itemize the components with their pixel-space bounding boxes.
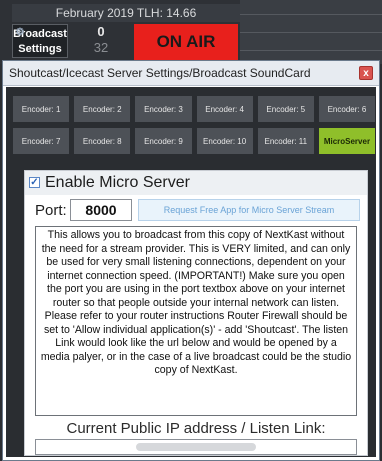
tab-encoder-7[interactable]: Encoder: 7 bbox=[12, 127, 71, 155]
request-free-app-button[interactable]: Request Free App for Micro Server Stream bbox=[138, 199, 360, 221]
ip-label: Current Public IP address / Listen Link: bbox=[66, 420, 326, 437]
tab-encoder-2[interactable]: Encoder: 2 bbox=[73, 95, 132, 123]
dialog-titlebar[interactable]: Shoutcast/Icecast Server Settings/Broadc… bbox=[3, 61, 379, 86]
enable-micro-server-row: ✓ Enable Micro Server bbox=[25, 171, 367, 195]
tab-encoder-11[interactable]: Encoder: 11 bbox=[256, 127, 315, 155]
enable-micro-server-checkbox[interactable]: ✓ bbox=[29, 177, 40, 188]
tab-encoder-8[interactable]: Encoder: 8 bbox=[73, 127, 132, 155]
divider bbox=[240, 32, 382, 33]
server-settings-dialog: Shoutcast/Icecast Server Settings/Broadc… bbox=[2, 60, 380, 461]
dialog-panel: Encoder: 1 Encoder: 2 Encoder: 3 Encoder… bbox=[6, 87, 377, 457]
gear-icon: ⚙ bbox=[15, 27, 25, 38]
tlh-status: February 2019 TLH: 14.66 bbox=[12, 4, 240, 22]
tab-encoder-9[interactable]: Encoder: 9 bbox=[134, 127, 193, 155]
tab-encoder-4[interactable]: Encoder: 4 bbox=[195, 95, 254, 123]
divider bbox=[240, 50, 382, 51]
listener-count: 0 32 bbox=[72, 24, 130, 58]
encoder-tabs-row-1: Encoder: 1 Encoder: 2 Encoder: 3 Encoder… bbox=[12, 95, 377, 123]
tab-encoder-10[interactable]: Encoder: 10 bbox=[195, 127, 254, 155]
enable-micro-server-label[interactable]: Enable Micro Server bbox=[45, 171, 190, 195]
broadcast-settings-button[interactable]: ⚙ Broadcast Settings bbox=[12, 24, 68, 58]
count-bottom: 32 bbox=[93, 40, 109, 55]
close-icon: x bbox=[363, 68, 369, 79]
blurred-ip-value bbox=[136, 443, 256, 451]
check-icon: ✓ bbox=[30, 177, 39, 188]
micro-server-settings: ✓ Enable Micro Server Port: Request Free… bbox=[24, 170, 368, 456]
listen-link-field[interactable] bbox=[35, 439, 357, 455]
divider bbox=[240, 14, 382, 15]
tab-encoder-1[interactable]: Encoder: 1 bbox=[12, 95, 71, 123]
tab-encoder-5[interactable]: Encoder: 5 bbox=[256, 95, 315, 123]
info-text: This allows you to broadcast from this c… bbox=[35, 226, 357, 416]
on-air-button[interactable]: ON AIR bbox=[134, 24, 238, 60]
close-button[interactable]: x bbox=[359, 66, 373, 80]
app-side-panel bbox=[240, 0, 382, 64]
port-label: Port: bbox=[35, 202, 67, 219]
encoder-tabs-row-2: Encoder: 7 Encoder: 8 Encoder: 9 Encoder… bbox=[12, 127, 377, 155]
count-top: 0 bbox=[97, 24, 105, 39]
port-input[interactable] bbox=[70, 199, 132, 221]
tab-encoder-6[interactable]: Encoder: 6 bbox=[317, 95, 377, 123]
tab-encoder-3[interactable]: Encoder: 3 bbox=[134, 95, 193, 123]
tab-microserver[interactable]: MicroServer bbox=[317, 127, 377, 155]
dialog-title: Shoutcast/Icecast Server Settings/Broadc… bbox=[9, 66, 311, 80]
